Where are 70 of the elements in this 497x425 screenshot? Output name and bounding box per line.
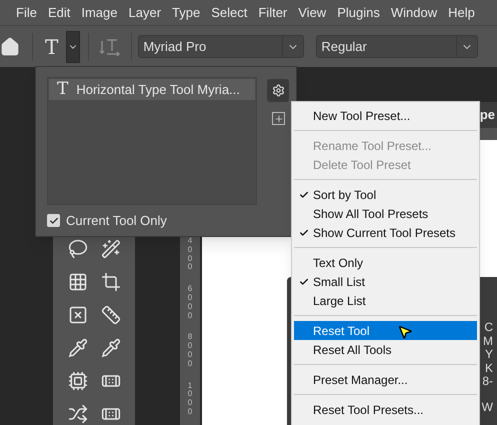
menu-item[interactable]: View — [298, 2, 326, 22]
preset-item[interactable]: T Horizontal Type Tool Myria... — [49, 79, 255, 100]
ruler-icon[interactable] — [100, 305, 120, 325]
chip-icon[interactable] — [68, 371, 88, 391]
plus-icon — [274, 114, 284, 124]
menu-item-label: Reset Tool Presets... — [313, 402, 424, 418]
ruler-label: 4000 — [186, 237, 194, 272]
new-preset-button[interactable] — [272, 112, 285, 125]
menu-item[interactable]: Type — [172, 2, 200, 22]
cursor-icon — [397, 324, 413, 340]
menu-item[interactable]: Text Only — [294, 253, 477, 272]
font-family-value: Myriad Pro — [142, 38, 208, 56]
font-style-dropdown[interactable]: Regular — [316, 35, 478, 58]
menu-item[interactable]: Plugins — [337, 2, 380, 22]
menu-item[interactable]: Image — [81, 2, 118, 22]
menu-item[interactable]: Reset Tool Presets... — [294, 400, 477, 419]
crossing-arrows-icon[interactable] — [68, 404, 88, 424]
ruler-label: 6000 — [186, 285, 194, 320]
info-label: 8- — [482, 375, 493, 388]
menu-item-label: Rename Tool Preset... — [313, 138, 432, 154]
check-icon — [48, 216, 58, 226]
eyedropper-icon[interactable] — [100, 338, 120, 358]
menu-item[interactable]: Show All Tool Presets — [294, 204, 477, 223]
info-label: M — [483, 334, 493, 348]
menu-item-label: Reset All Tools — [313, 342, 392, 358]
menu-item-label: Reset Tool — [313, 322, 370, 340]
menu-item-label: Show All Tool Presets — [313, 206, 428, 222]
magic-wand-icon[interactable] — [100, 239, 120, 259]
menu-item[interactable]: Show Current Tool Presets — [294, 223, 477, 242]
menu-item[interactable]: Select — [211, 2, 248, 22]
home-icon[interactable] — [0, 36, 20, 56]
checkbox-label: Current Tool Only — [66, 212, 167, 230]
menu-item[interactable]: Help — [448, 2, 475, 22]
checkbox[interactable] — [47, 214, 60, 228]
font-family-dropdown[interactable]: Myriad Pro — [138, 35, 304, 58]
menu-item-label: Small List — [313, 274, 366, 290]
menu-item[interactable]: Layer — [128, 2, 162, 22]
settings-icon — [272, 84, 284, 97]
menu-item-label: Preset Manager... — [313, 372, 408, 388]
info-label: Y — [484, 348, 493, 362]
type-tool-glyph: T — [57, 81, 68, 98]
menu-item-label: Text Only — [313, 254, 364, 272]
menu-item[interactable]: Preset Manager... — [294, 370, 477, 389]
menu-item[interactable]: Sort by Tool — [294, 185, 477, 204]
menu-item[interactable]: Window — [390, 2, 438, 22]
font-style-value: Regular — [320, 38, 368, 56]
info-label: W — [482, 400, 493, 414]
menu-item-label: Sort by Tool — [313, 186, 376, 204]
crop-icon[interactable] — [100, 272, 120, 292]
info-label: C — [484, 321, 493, 334]
menu-item[interactable]: Filter — [258, 2, 288, 22]
preset-item-label: Horizontal Type Tool Myria... — [76, 80, 240, 99]
tool-preset-glyph[interactable]: T — [45, 32, 58, 62]
menu-item-label: Delete Tool Preset — [313, 156, 411, 174]
document-tab-title: pe — [480, 106, 495, 124]
menu-item[interactable]: Edit — [48, 2, 70, 22]
info-label: K — [484, 362, 493, 375]
frame-icon[interactable] — [68, 305, 88, 325]
menu-item[interactable]: Reset All Tools — [294, 340, 477, 359]
menu-item[interactable]: File — [16, 2, 37, 22]
menu-item-label: New Tool Preset... — [313, 108, 410, 124]
menu-item-label: Show Current Tool Presets — [313, 224, 456, 242]
menu-item[interactable]: New Tool Preset... — [294, 106, 477, 125]
ruler-label: 1000 — [186, 382, 194, 417]
ruler-label: 8000 — [186, 333, 194, 369]
menu-item[interactable]: Small List — [294, 272, 477, 291]
menu-item[interactable]: Large List — [294, 291, 477, 310]
settings-button[interactable] — [267, 79, 289, 102]
menu-item-label: Large List — [313, 292, 366, 310]
menu-item[interactable]: Reset Tool — [294, 321, 477, 340]
